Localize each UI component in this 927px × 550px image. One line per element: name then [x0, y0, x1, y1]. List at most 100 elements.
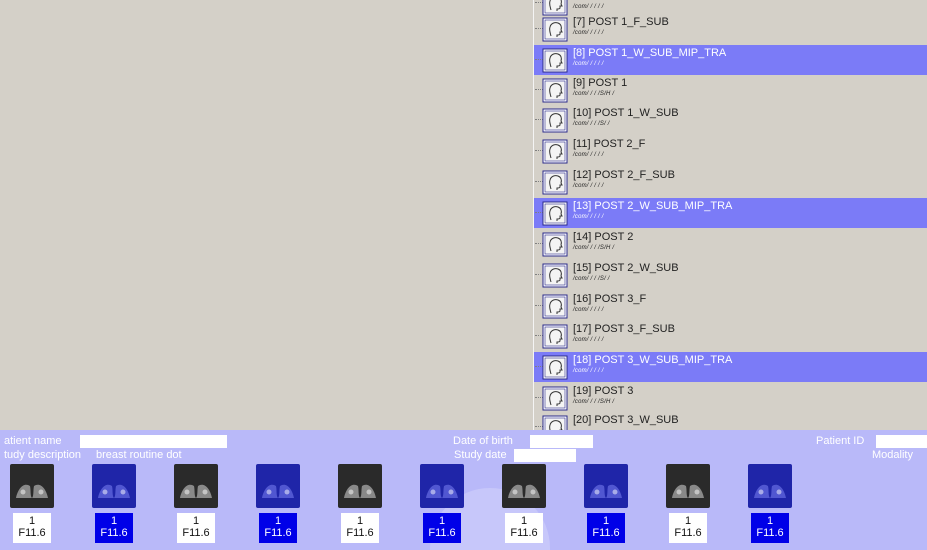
head-profile-icon [542, 78, 568, 103]
thumbnail-count: 1 [28, 515, 36, 527]
thumbnail-frame-label: F11.6 [18, 527, 46, 539]
thumbnail-frame-label: F11.6 [510, 527, 538, 539]
thumbnail-count: 1 [766, 515, 774, 527]
thumbnail-label: 1 F11.6 [177, 513, 215, 543]
thumbnail-image [420, 464, 464, 508]
thumbnail-count: 1 [356, 515, 364, 527]
study-description-label: tudy description [4, 449, 82, 461]
series-title: [18] POST 3_W_SUB_MIP_TRA [573, 354, 733, 366]
patient-id-label: Patient ID [816, 435, 865, 447]
series-path: /com/ / / / / [573, 214, 604, 220]
series-row[interactable]: [12] POST 2_F_SUB/com/ / / / / [534, 167, 927, 197]
thumbnail-label: 1 F11.6 [423, 513, 461, 543]
study-description-value: breast routine dot [96, 449, 182, 461]
series-row[interactable]: [20] POST 3_W_SUB [534, 412, 927, 430]
series-row[interactable]: [16] POST 3_F/com/ / / / / [534, 291, 927, 321]
series-thumbnail[interactable]: 1 F11.6 [664, 464, 712, 546]
series-row[interactable]: [15] POST 2_W_SUB/com/ / / /S/ / [534, 260, 927, 290]
head-profile-icon [542, 232, 568, 257]
head-profile-icon [542, 415, 568, 430]
series-row[interactable]: [8] POST 1_W_SUB_MIP_TRA/com/ / / / / [534, 45, 927, 75]
thumbnail-count: 1 [110, 515, 118, 527]
patient-name-label: atient name [4, 435, 62, 447]
patient-id-field [876, 435, 927, 448]
series-thumbnail[interactable]: 1 F11.6 [582, 464, 630, 546]
thumbnail-frame-label: F11.6 [100, 527, 128, 539]
head-profile-icon [542, 263, 568, 288]
date-of-birth-field [530, 435, 593, 448]
series-path: /com/ / / /S/H / [573, 245, 615, 251]
series-thumbnail[interactable]: 1 F11.6 [254, 464, 302, 546]
thumbnail-frame-label: F11.6 [182, 527, 210, 539]
thumbnail-label: 1 F11.6 [669, 513, 707, 543]
series-thumbnail[interactable]: 1 F11.6 [336, 464, 384, 546]
patient-name-field [80, 435, 227, 448]
thumbnail-label: 1 F11.6 [95, 513, 133, 543]
head-profile-icon [542, 324, 568, 349]
series-thumbnail[interactable]: 1 F11.6 [90, 464, 138, 546]
thumbnail-label: 1 F11.6 [751, 513, 789, 543]
series-path: /com/ / / / / [573, 368, 604, 374]
head-profile-icon [542, 139, 568, 164]
series-row[interactable]: [17] POST 3_F_SUB/com/ / / / / [534, 321, 927, 351]
series-title: [7] POST 1_F_SUB [573, 16, 669, 28]
series-path: /com/ / / / / [573, 61, 604, 67]
thumbnail-frame-label: F11.6 [428, 527, 456, 539]
date-of-birth-label: Date of birth [453, 435, 513, 447]
series-title: [17] POST 3_F_SUB [573, 323, 675, 335]
study-date-label: Study date [454, 449, 507, 461]
series-thumbnail[interactable]: 1 F11.6 [8, 464, 56, 546]
thumbnail-count: 1 [602, 515, 610, 527]
head-profile-icon [542, 355, 568, 380]
head-profile-icon [542, 17, 568, 42]
thumbnail-image [256, 464, 300, 508]
thumbnail-count: 1 [520, 515, 528, 527]
thumbnail-image [666, 464, 710, 508]
series-thumbnail[interactable]: 1 F11.6 [418, 464, 466, 546]
series-row[interactable]: [9] POST 1/com/ / / /S/H / [534, 75, 927, 105]
series-thumbnail[interactable]: 1 F11.6 [500, 464, 548, 546]
series-thumbnail[interactable]: 1 F11.6 [172, 464, 220, 546]
series-row[interactable]: [13] POST 2_W_SUB_MIP_TRA/com/ / / / / [534, 198, 927, 228]
series-row[interactable]: [11] POST 2_F/com/ / / / / [534, 136, 927, 166]
series-row[interactable]: [7] POST 1_F_SUB/com/ / / / / [534, 14, 927, 44]
thumbnail-count: 1 [684, 515, 692, 527]
series-title: [19] POST 3 [573, 385, 634, 397]
head-profile-icon [542, 201, 568, 226]
thumbnail-frame-label: F11.6 [756, 527, 784, 539]
series-path: /com/ / / / / [573, 30, 604, 36]
thumbnail-frame-label: F11.6 [674, 527, 702, 539]
thumbnail-image [10, 464, 54, 508]
head-profile-icon [542, 170, 568, 195]
head-profile-icon [542, 108, 568, 133]
thumbnail-label: 1 F11.6 [587, 513, 625, 543]
thumbnail-image [748, 464, 792, 508]
image-viewport[interactable] [0, 0, 533, 430]
thumbnail-count: 1 [438, 515, 446, 527]
patient-info-bar: atient name Date of birth Patient ID tud… [0, 430, 927, 550]
thumbnail-image [174, 464, 218, 508]
series-row[interactable]: [18] POST 3_W_SUB_MIP_TRA/com/ / / / / [534, 352, 927, 382]
series-path: /com/ / / / / [573, 337, 604, 343]
head-profile-icon [542, 48, 568, 73]
thumbnail-frame-label: F11.6 [264, 527, 292, 539]
series-title: [12] POST 2_F_SUB [573, 169, 675, 181]
series-title: [15] POST 2_W_SUB [573, 262, 679, 274]
series-row[interactable]: [19] POST 3/com/ / / /S/H / [534, 383, 927, 413]
series-path: /com/ / / / / [573, 183, 604, 189]
series-path: /com/ / / / / [573, 307, 604, 313]
series-path: /com/ / / / / [573, 152, 604, 158]
series-row[interactable]: [10] POST 1_W_SUB/com/ / / /S/ / [534, 105, 927, 135]
thumbnail-image [338, 464, 382, 508]
thumbnail-frame-label: F11.6 [346, 527, 374, 539]
series-row[interactable]: [14] POST 2/com/ / / /S/H / [534, 229, 927, 259]
thumbnail-label: 1 F11.6 [13, 513, 51, 543]
series-path: /com/ / / /S/H / [573, 91, 615, 97]
series-thumbnail[interactable]: 1 F11.6 [746, 464, 794, 546]
series-path: /com/ / / /S/H / [573, 399, 615, 405]
series-list-panel[interactable]: /com/ / / / / [7] POST 1_F_SUB/com/ / / /… [533, 0, 927, 430]
series-title: [9] POST 1 [573, 77, 628, 89]
thumbnail-image [502, 464, 546, 508]
series-title: [13] POST 2_W_SUB_MIP_TRA [573, 200, 733, 212]
thumbnail-label: 1 F11.6 [341, 513, 379, 543]
